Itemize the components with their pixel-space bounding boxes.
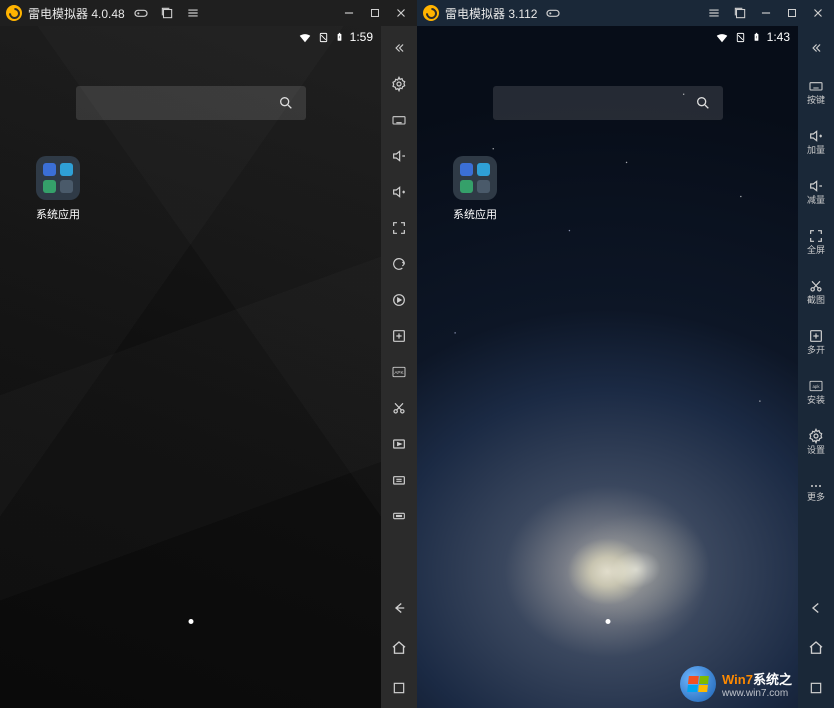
emulator-4: 雷电模拟器 4.0.48 1:59 (0, 0, 417, 708)
gamepad-icon[interactable] (543, 3, 563, 23)
vol-down-label: 减量 (807, 195, 825, 205)
minimize-button[interactable] (756, 3, 776, 23)
window-title: 雷电模拟器 3.112 (445, 5, 537, 22)
more-label: 更多 (807, 492, 825, 502)
maximize-button[interactable] (365, 3, 385, 23)
search-bar[interactable] (493, 86, 723, 120)
settings-button[interactable]: 设置 (798, 416, 834, 466)
page-indicator (188, 619, 193, 624)
apk-install-button[interactable]: apk 安装 (798, 366, 834, 416)
titlebar: 雷电模拟器 3.112 (417, 0, 834, 26)
android-statusbar: 1:43 (417, 26, 798, 48)
menu-icon[interactable] (704, 3, 724, 23)
fullscreen-button[interactable]: 全屏 (798, 216, 834, 266)
titlebar: 雷电模拟器 4.0.48 (0, 0, 417, 26)
multi-window-icon[interactable] (730, 3, 750, 23)
svg-text:apk: apk (813, 384, 821, 389)
sync-button[interactable] (381, 282, 417, 318)
watermark: Win7系统之 www.win7.com (680, 666, 792, 702)
settings-label: 设置 (807, 445, 825, 455)
system-apps-folder[interactable]: 系统应用 (445, 156, 505, 222)
settings-button[interactable] (381, 66, 417, 102)
volume-up-button[interactable]: 加量 (798, 116, 834, 166)
android-screen[interactable]: 1:43 系统应用 Win7系统之 www.win7.com (417, 26, 798, 708)
watermark-url: www.win7.com (722, 688, 792, 699)
clock: 1:59 (350, 30, 373, 44)
menu-icon[interactable] (183, 3, 203, 23)
close-button[interactable] (808, 3, 828, 23)
fullscreen-button[interactable] (381, 210, 417, 246)
emulator-3: 雷电模拟器 3.112 1:43 (417, 0, 834, 708)
sim-icon (735, 31, 746, 44)
multi-instance-button[interactable]: 多开 (798, 316, 834, 366)
search-icon (695, 95, 711, 111)
android-recents-button[interactable] (798, 668, 834, 708)
search-icon (278, 95, 294, 111)
screenshot-label: 截图 (807, 295, 825, 305)
sim-icon (318, 31, 329, 44)
fullscreen-label: 全屏 (807, 245, 825, 255)
install-label: 安装 (807, 395, 825, 405)
apk-install-button[interactable]: APK (381, 354, 417, 390)
app-logo-icon (6, 5, 22, 21)
screenshot-button[interactable]: 截图 (798, 266, 834, 316)
watermark-brand: Win7 (722, 672, 753, 687)
folder-icon (453, 156, 497, 200)
shared-folder-button[interactable] (381, 462, 417, 498)
android-statusbar: 1:59 (0, 26, 381, 48)
close-button[interactable] (391, 3, 411, 23)
svg-text:APK: APK (394, 370, 404, 375)
volume-down-button[interactable] (381, 138, 417, 174)
app-logo-icon (423, 5, 439, 21)
clock: 1:43 (767, 30, 790, 44)
android-home-button[interactable] (798, 628, 834, 668)
keymap-button[interactable] (381, 102, 417, 138)
multi-label: 多开 (807, 345, 825, 355)
maximize-button[interactable] (782, 3, 802, 23)
battery-icon (752, 30, 761, 44)
folder-icon (36, 156, 80, 200)
multi-instance-button[interactable] (381, 318, 417, 354)
keymap-button[interactable]: 按键 (798, 66, 834, 116)
system-apps-folder[interactable]: 系统应用 (28, 156, 88, 222)
vol-up-label: 加量 (807, 145, 825, 155)
folder-label: 系统应用 (36, 206, 80, 222)
android-home-button[interactable] (381, 628, 417, 668)
screenshot-button[interactable] (381, 390, 417, 426)
android-back-button[interactable] (798, 588, 834, 628)
watermark-title: 系统之 (753, 672, 792, 687)
gamepad-icon[interactable] (131, 3, 151, 23)
sidebar: 按键 加量 减量 全屏 截图 多开 apk 安装 设置 更多 (798, 26, 834, 708)
battery-icon (335, 30, 344, 44)
android-back-button[interactable] (381, 588, 417, 628)
windows-logo-icon (680, 666, 716, 702)
collapse-sidebar-button[interactable] (381, 30, 417, 66)
search-bar[interactable] (76, 86, 306, 120)
volume-down-button[interactable]: 减量 (798, 166, 834, 216)
more-button[interactable]: 更多 (798, 466, 834, 516)
keymap-label: 按键 (807, 95, 825, 105)
volume-up-button[interactable] (381, 174, 417, 210)
wifi-icon (298, 30, 312, 44)
minimize-button[interactable] (339, 3, 359, 23)
record-button[interactable] (381, 426, 417, 462)
android-screen[interactable]: 1:59 系统应用 (0, 26, 381, 708)
page-indicator (605, 619, 610, 624)
rotate-button[interactable] (381, 246, 417, 282)
window-title: 雷电模拟器 4.0.48 (28, 5, 125, 22)
sidebar: APK (381, 26, 417, 708)
folder-label: 系统应用 (453, 206, 497, 222)
collapse-sidebar-button[interactable] (798, 30, 834, 66)
android-recents-button[interactable] (381, 668, 417, 708)
more-button[interactable] (381, 498, 417, 534)
wifi-icon (715, 30, 729, 44)
wallpaper-galaxy (417, 26, 798, 708)
multi-window-icon[interactable] (157, 3, 177, 23)
wallpaper-dark (0, 26, 381, 708)
